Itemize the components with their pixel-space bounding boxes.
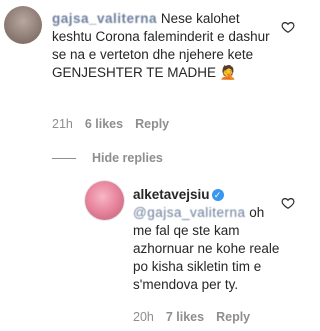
comment-time[interactable]: 21h	[52, 117, 73, 131]
reply-avatar[interactable]	[85, 181, 124, 220]
hide-replies-divider	[52, 157, 76, 159]
reply-likes[interactable]: 7 likes	[166, 310, 204, 324]
reply-reply-button[interactable]: Reply	[216, 310, 250, 324]
reply-time[interactable]: 20h	[133, 310, 154, 324]
hide-replies-toggle[interactable]: Hide replies	[52, 151, 163, 165]
verified-badge-icon: ✓	[211, 189, 224, 201]
comment-likes[interactable]: 6 likes	[85, 117, 123, 131]
reply-mention[interactable]: @gajsa_valiterna	[133, 205, 246, 220]
hide-replies-label[interactable]: Hide replies	[92, 151, 163, 165]
reply-meta: 20h 7 likes Reply	[133, 310, 250, 324]
comment-username[interactable]: gajsa_valiterna	[52, 11, 157, 26]
like-heart-icon[interactable]	[281, 20, 295, 34]
reply-username[interactable]: alketavejsiu	[133, 187, 210, 202]
comment-meta: 21h 6 likes Reply	[52, 117, 169, 131]
reply-like-heart-icon[interactable]	[281, 196, 295, 210]
comment-body: gajsa_valiterna Nese kalohet keshtu Coro…	[52, 10, 277, 82]
commenter-avatar[interactable]	[4, 6, 42, 44]
reply-body: alketavejsiu ✓ @gajsa_valiterna oh me fal…	[133, 186, 283, 294]
comment-reply-button[interactable]: Reply	[135, 117, 169, 131]
